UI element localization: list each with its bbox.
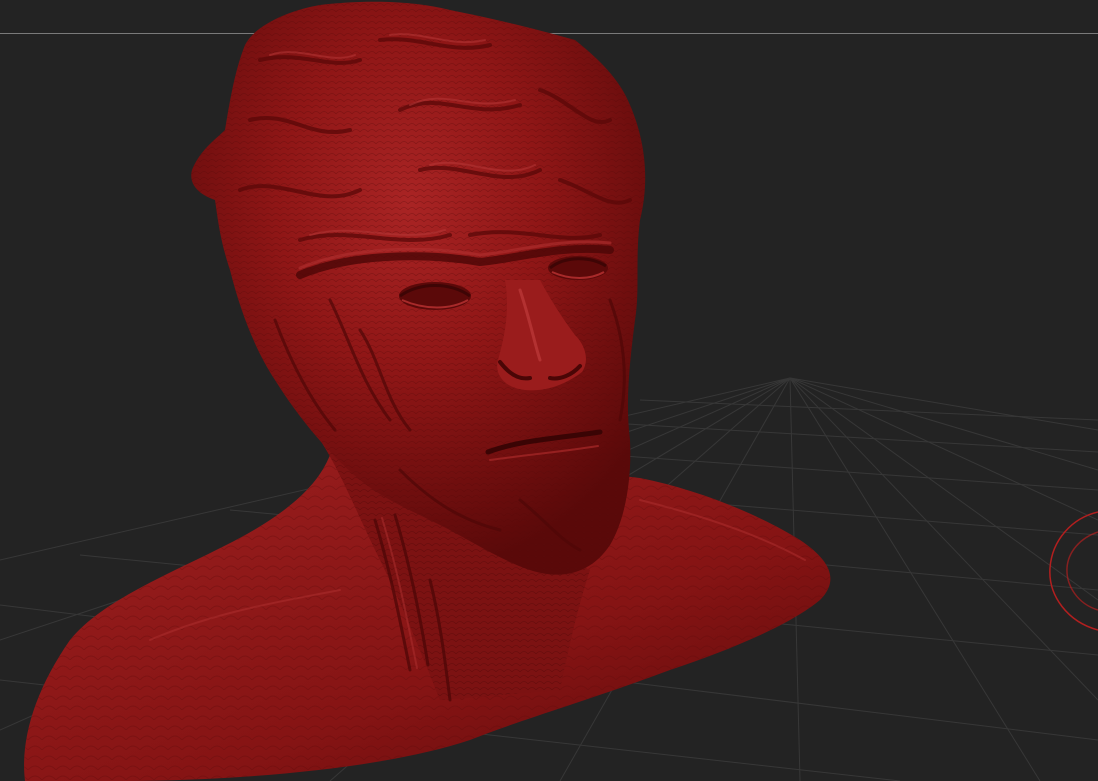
grid-line-radial	[789, 377, 1098, 431]
grid-line-radial	[789, 377, 1098, 471]
bust-right-eye	[548, 256, 608, 280]
bust-left-eye	[399, 282, 471, 310]
grid-line-cross	[639, 399, 1098, 421]
sculpted-bust[interactable]	[24, 1, 831, 781]
viewport-scene[interactable]	[0, 0, 1098, 781]
grid-line-radial	[789, 377, 1098, 701]
grid-line-radial	[789, 377, 1098, 601]
3d-viewport[interactable]	[0, 0, 1098, 781]
grid-line-cross	[559, 419, 1098, 453]
